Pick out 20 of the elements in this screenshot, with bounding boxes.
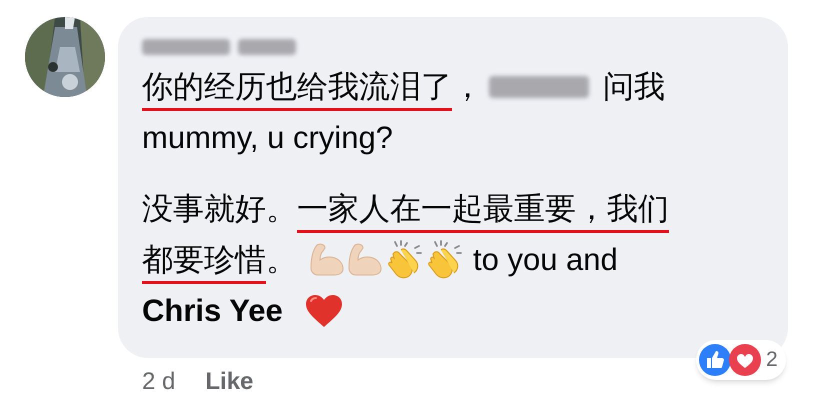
comment-text: to you and	[473, 240, 618, 278]
like-icon	[698, 343, 732, 377]
reaction-count: 2	[766, 347, 778, 374]
comment-text: 。	[266, 240, 297, 278]
comment-text: 都要珍惜	[142, 240, 266, 284]
clapping-hands-icon	[385, 240, 425, 280]
heart-icon	[304, 294, 343, 328]
comment-text: Chris Yee	[142, 292, 283, 330]
love-icon	[728, 343, 762, 377]
reaction-badge[interactable]: 2	[696, 340, 786, 380]
like-link[interactable]: Like	[205, 364, 254, 400]
redacted-author-name	[238, 39, 296, 55]
comment-text: 你的经历也给我流泪了	[142, 68, 452, 110]
comment-time: 2 d	[142, 367, 176, 397]
comment-text: ，	[452, 68, 483, 106]
clapping-hands-icon	[425, 240, 465, 280]
comment-text: 一家人在一起最重要，我们	[297, 190, 669, 232]
comment-text: 问我	[603, 68, 665, 106]
comment-text: 没事就好。	[142, 190, 297, 228]
comment-text: mummy, u crying?	[142, 118, 393, 156]
